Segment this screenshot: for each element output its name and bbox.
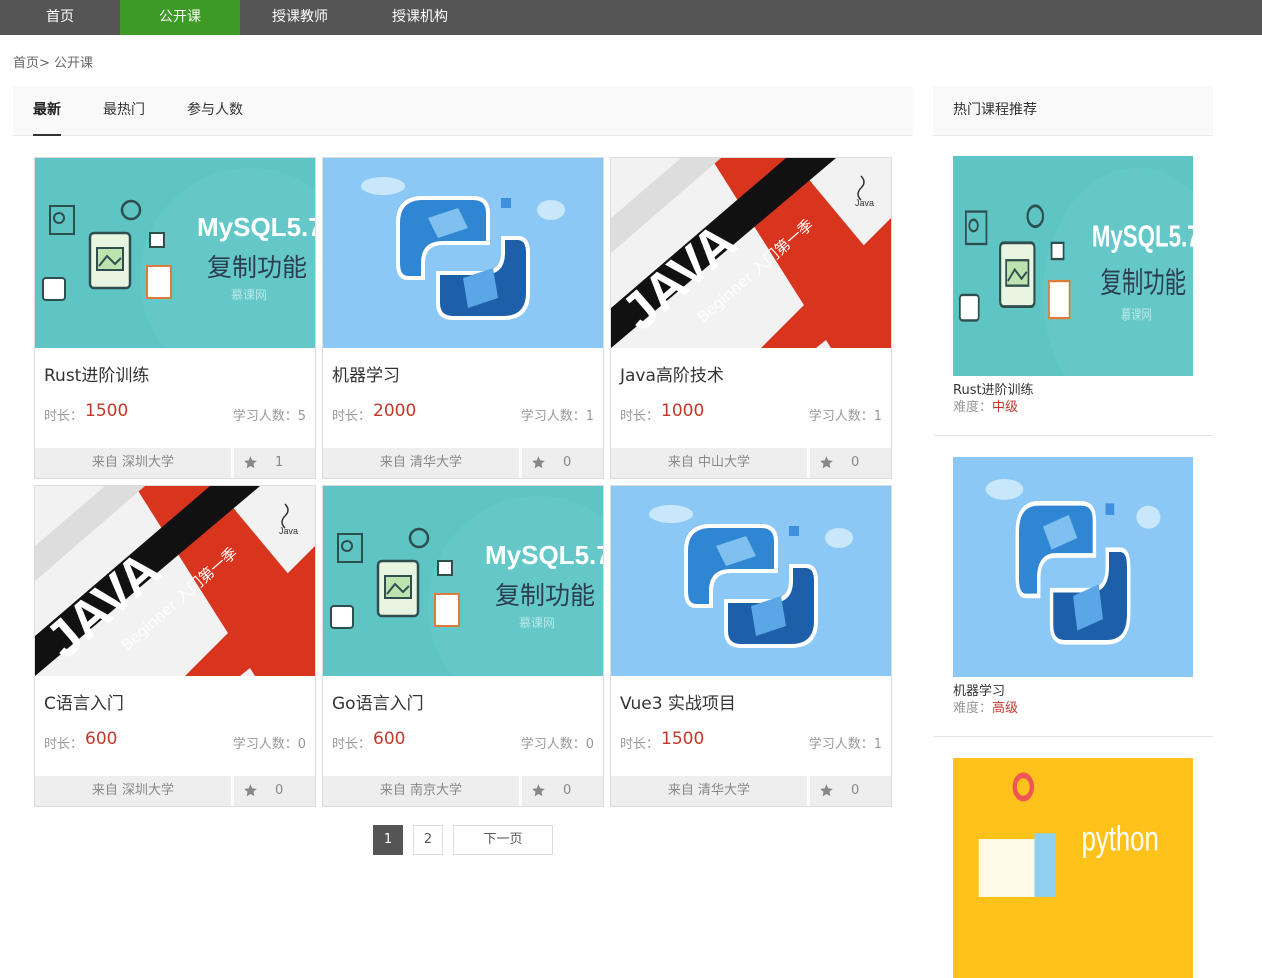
breadcrumb[interactable]: 首页> 公开课 [13, 52, 93, 71]
duration-label: 时长： [44, 409, 84, 424]
duration-label: 时长： [620, 737, 660, 752]
course-title[interactable]: Go语言入门 [332, 689, 424, 714]
duration-value: 1500 [85, 401, 129, 421]
course-source: 来自 清华大学 [611, 776, 807, 806]
nav-open-courses[interactable]: 公开课 [120, 0, 240, 35]
sidebar-title: 热门课程推荐 [933, 86, 1213, 136]
duration-value: 600 [85, 729, 118, 749]
duration-label: 时长： [332, 737, 372, 752]
course-thumbnail[interactable] [611, 486, 891, 676]
divider [933, 736, 1213, 737]
sidebar-course-thumbnail[interactable] [953, 457, 1193, 677]
course-thumbnail[interactable]: MySQL5.7 复制功能慕课网 [35, 158, 315, 348]
course-card[interactable]: 机器学习 时长： 2000 学习人数：1 来自 清华大学 0 [322, 157, 604, 479]
top-nav: 首页 公开课 授课教师 授课机构 [0, 0, 1262, 35]
student-count: 学习人数：1 [520, 409, 594, 424]
svg-text:复制功能: 复制功能 [207, 253, 307, 282]
duration-value: 1000 [661, 401, 705, 421]
favorite-button[interactable]: 0 [810, 448, 891, 478]
course-source: 来自 清华大学 [323, 448, 519, 478]
svg-text:Java: Java [279, 526, 298, 536]
course-title[interactable]: Vue3 实战项目 [620, 689, 736, 714]
course-card[interactable]: MySQL5.7 复制功能慕课网 Rust进阶训练 时长： 1500 学习人数：5… [34, 157, 316, 479]
star-icon [243, 455, 258, 470]
course-thumbnail[interactable] [323, 158, 603, 348]
course-source: 来自 深圳大学 [35, 776, 231, 806]
sort-tabs: 最新 最热门 参与人数 [13, 86, 913, 136]
page-2-button[interactable]: 2 [413, 825, 443, 855]
student-count: 学习人数：1 [808, 737, 882, 752]
course-source: 来自 深圳大学 [35, 448, 231, 478]
tab-hottest[interactable]: 最热门 [103, 86, 145, 136]
duration-value: 600 [373, 729, 406, 749]
svg-text:MySQL5.7: MySQL5.7 [197, 212, 315, 242]
svg-text:慕课网: 慕课网 [519, 616, 555, 630]
course-card[interactable]: Vue3 实战项目 时长： 1500 学习人数：1 来自 清华大学 0 [610, 485, 892, 807]
favorite-button[interactable]: 0 [234, 776, 315, 806]
svg-text:慕课网: 慕课网 [1121, 307, 1152, 323]
sidebar-course-level: 难度：中级 [953, 396, 1018, 415]
pagination: 1 2 下一页 [373, 825, 563, 855]
course-title[interactable]: 机器学习 [332, 361, 400, 386]
svg-text:复制功能: 复制功能 [1100, 266, 1186, 300]
svg-text:MySQL5.7: MySQL5.7 [485, 540, 603, 570]
level-value: 高级 [992, 701, 1019, 716]
course-thumbnail[interactable]: JAVA Beginner 入门第一季 Java [35, 486, 315, 676]
star-icon [819, 455, 834, 470]
sidebar-course-level: 难度：高级 [953, 697, 1018, 716]
nav-teachers[interactable]: 授课教师 [240, 0, 360, 35]
sidebar-course-thumbnail[interactable]: MySQL5.7 复制功能慕课网 [953, 156, 1193, 376]
student-count: 学习人数：0 [520, 737, 594, 752]
level-label: 难度： [953, 400, 993, 415]
course-card[interactable]: MySQL5.7 复制功能慕课网 Go语言入门 时长： 600 学习人数：0 来自… [322, 485, 604, 807]
favorite-button[interactable]: 1 [234, 448, 315, 478]
student-count: 学习人数：1 [808, 409, 882, 424]
star-icon [531, 455, 546, 470]
duration-value: 2000 [373, 401, 417, 421]
course-thumbnail[interactable]: MySQL5.7 复制功能慕课网 [323, 486, 603, 676]
favorite-count: 0 [851, 783, 860, 798]
page-1-button[interactable]: 1 [373, 825, 403, 855]
hot-courses-sidebar: 热门课程推荐 MySQL5.7 复制功能 慕课网 Rust进阶训练 难度：中级 机器学… [933, 86, 1213, 978]
student-count: 学习人数：5 [232, 409, 306, 424]
nav-institutions[interactable]: 授课机构 [360, 0, 480, 35]
favorite-button[interactable]: 0 [810, 776, 891, 806]
star-icon [243, 783, 258, 798]
next-page-button[interactable]: 下一页 [453, 825, 553, 855]
course-title[interactable]: Java高阶技术 [620, 361, 724, 386]
level-value: 中级 [992, 400, 1019, 415]
duration-label: 时长： [332, 409, 372, 424]
favorite-button[interactable]: 0 [522, 448, 603, 478]
favorite-count: 1 [275, 455, 284, 470]
course-title[interactable]: Rust进阶训练 [44, 361, 149, 386]
duration-value: 1500 [661, 729, 705, 749]
svg-text:慕课网: 慕课网 [231, 288, 267, 302]
course-thumbnail[interactable]: JAVA Beginner 入门第一季 Java [611, 158, 891, 348]
sidebar-course-thumbnail[interactable]: python [953, 758, 1193, 978]
duration-label: 时长： [44, 737, 84, 752]
favorite-count: 0 [563, 783, 572, 798]
student-count: 学习人数：0 [232, 737, 306, 752]
favorite-button[interactable]: 0 [522, 776, 603, 806]
course-card[interactable]: JAVA Beginner 入门第一季 Java Java高阶技术 时长： 1000… [610, 157, 892, 479]
favorite-count: 0 [851, 455, 860, 470]
favorite-count: 0 [275, 783, 284, 798]
divider [933, 435, 1213, 436]
svg-text:复制功能: 复制功能 [495, 581, 595, 610]
course-card[interactable]: JAVA Beginner 入门第一季 Java C语言入门 时长： 600 学习人… [34, 485, 316, 807]
course-title[interactable]: C语言入门 [44, 689, 124, 714]
star-icon [819, 783, 834, 798]
course-source: 来自 南京大学 [323, 776, 519, 806]
tab-latest[interactable]: 最新 [33, 86, 61, 136]
svg-text:python: python [1082, 820, 1159, 859]
svg-text:Java: Java [855, 198, 874, 208]
course-source: 来自 中山大学 [611, 448, 807, 478]
star-icon [531, 783, 546, 798]
tab-participants[interactable]: 参与人数 [187, 86, 243, 136]
duration-label: 时长： [620, 409, 660, 424]
svg-text:MySQL5.7: MySQL5.7 [1092, 219, 1193, 253]
nav-home[interactable]: 首页 [0, 0, 120, 35]
favorite-count: 0 [563, 455, 572, 470]
level-label: 难度： [953, 701, 993, 716]
